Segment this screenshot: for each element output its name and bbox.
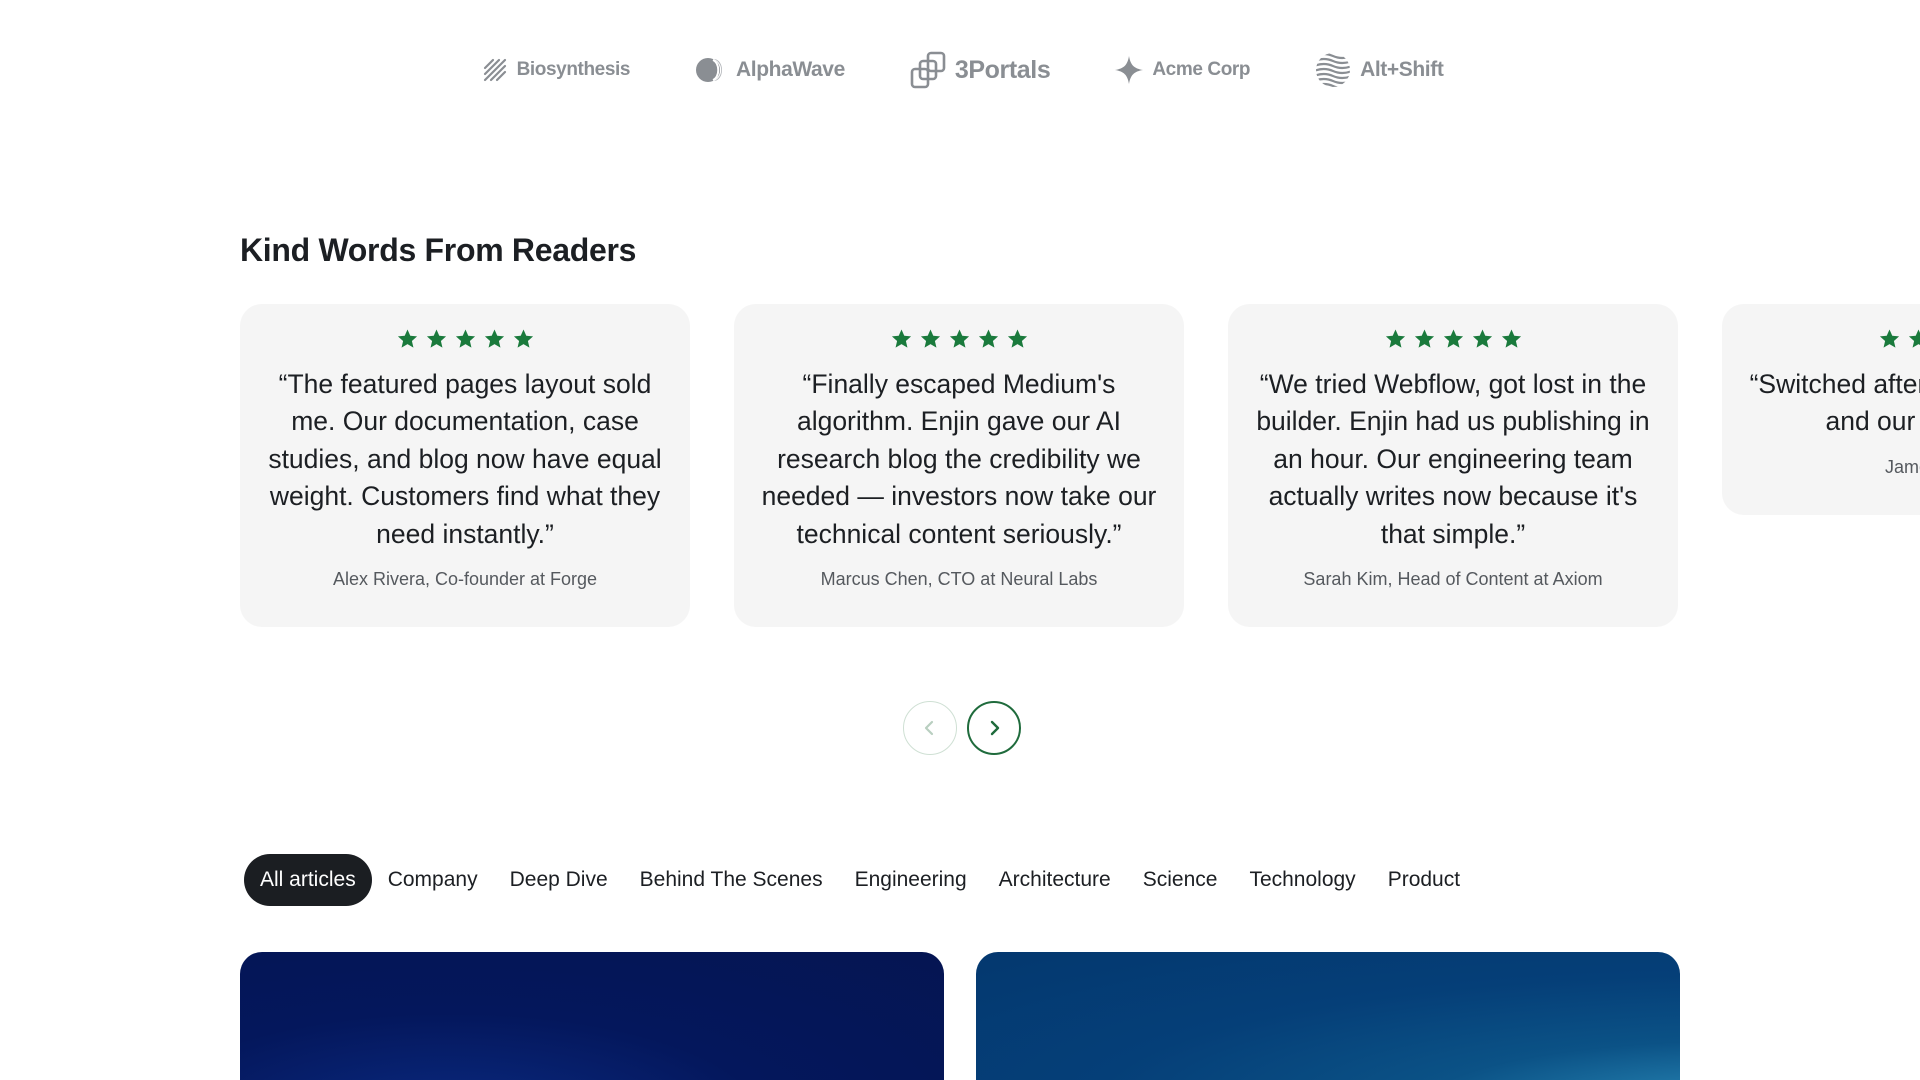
logo-acme-corp: Acme Corp xyxy=(1114,55,1251,85)
testimonial-author: Alex Rivera, Co-founder at Forge xyxy=(332,569,598,590)
testimonial-quote: “We tried Webflow, got lost in the build… xyxy=(1256,369,1650,549)
testimonial-carousel[interactable]: “The featured pages layout sold me. Our … xyxy=(240,304,1920,682)
category-filter-bar: All articles Company Deep Dive Behind The S… xyxy=(244,854,1476,906)
star-icon xyxy=(949,329,969,348)
filter-pill-all-articles[interactable]: All articles xyxy=(244,854,372,906)
carousel-nav xyxy=(0,701,1920,755)
testimonial-card: “Finally escaped Medium's algorithm. Enj… xyxy=(734,304,1184,628)
testimonial-card: “The featured pages layout sold me. Our … xyxy=(240,304,690,628)
star-icon xyxy=(1501,329,1521,348)
logo-alt-shift: Alt+Shift xyxy=(1314,51,1444,89)
filter-pill-science[interactable]: Science xyxy=(1127,854,1234,906)
star-icon xyxy=(1908,329,1920,348)
testimonial-author: Sarah Kim, Head of Content at Axiom xyxy=(1303,569,1603,590)
logo-alphawave: AlphaWave xyxy=(694,55,845,85)
logo-3portals: 3Portals xyxy=(909,49,1051,91)
logo-label: Alt+Shift xyxy=(1360,58,1444,81)
logo-label: AlphaWave xyxy=(736,58,845,81)
star-icon xyxy=(397,329,417,348)
star-icon xyxy=(1007,329,1027,348)
star-icon xyxy=(1443,329,1463,348)
chevron-right-icon xyxy=(990,720,1000,736)
prev-button[interactable] xyxy=(903,701,957,755)
carousel-track: “The featured pages layout sold me. Our … xyxy=(240,304,1920,628)
star-rating xyxy=(1252,328,1654,352)
diagonal-lines-icon xyxy=(483,58,506,82)
filter-pill-deep-dive[interactable]: Deep Dive xyxy=(494,854,624,906)
star-icon xyxy=(920,329,940,348)
logo-label: Biosynthesis xyxy=(516,59,631,80)
star-rating xyxy=(1746,328,1920,352)
logo-label: Acme Corp xyxy=(1152,59,1251,80)
article-card[interactable] xyxy=(240,952,944,1080)
testimonial-quote: “Switched after our thi Enjin loads and … xyxy=(1749,369,1920,437)
star-icon xyxy=(513,329,533,348)
logo-biosynthesis: Biosynthesis xyxy=(481,56,630,84)
filter-pill-behind-the-scenes[interactable]: Behind The Scenes xyxy=(624,854,839,906)
star-icon xyxy=(1414,329,1434,348)
star-icon xyxy=(1472,329,1492,348)
next-button[interactable] xyxy=(967,701,1021,755)
star-icon xyxy=(1879,329,1899,348)
article-card[interactable] xyxy=(976,952,1680,1080)
testimonial-card: “Switched after our thi Enjin loads and … xyxy=(1722,304,1920,515)
wavy-globe-icon xyxy=(1316,53,1351,87)
section-title: Kind Words From Readers xyxy=(240,232,637,268)
testimonial-author: James Mitchell, xyxy=(1884,456,1920,477)
testimonial-author: Marcus Chen, CTO at Neural Labs xyxy=(820,569,1098,590)
star-icon xyxy=(891,329,911,348)
filter-pill-architecture[interactable]: Architecture xyxy=(983,854,1127,906)
filter-pill-engineering[interactable]: Engineering xyxy=(839,854,983,906)
filter-pill-company[interactable]: Company xyxy=(372,854,494,906)
star-rating xyxy=(264,328,666,352)
chevron-left-icon xyxy=(924,720,934,736)
star-icon xyxy=(484,329,504,348)
testimonial-card: “We tried Webflow, got lost in the build… xyxy=(1228,304,1678,628)
star-rating xyxy=(758,328,1160,352)
logo-label: 3Portals xyxy=(954,55,1051,84)
testimonial-quote: “Finally escaped Medium's algorithm. Enj… xyxy=(761,369,1157,549)
star-icon xyxy=(426,329,446,348)
star-icon xyxy=(1385,329,1405,348)
testimonial-quote: “The featured pages layout sold me. Our … xyxy=(268,369,662,549)
sparkle-star-icon xyxy=(1115,56,1144,84)
filter-pill-technology[interactable]: Technology xyxy=(1233,854,1371,906)
client-logos: Biosynthesis AlphaWave 3Portals Acme Cor… xyxy=(0,48,1920,92)
half-circle-wave-icon xyxy=(696,58,723,82)
star-icon xyxy=(978,329,998,348)
star-icon xyxy=(455,329,475,348)
filter-pill-product[interactable]: Product xyxy=(1372,854,1476,906)
stacked-squares-icon xyxy=(910,51,946,89)
